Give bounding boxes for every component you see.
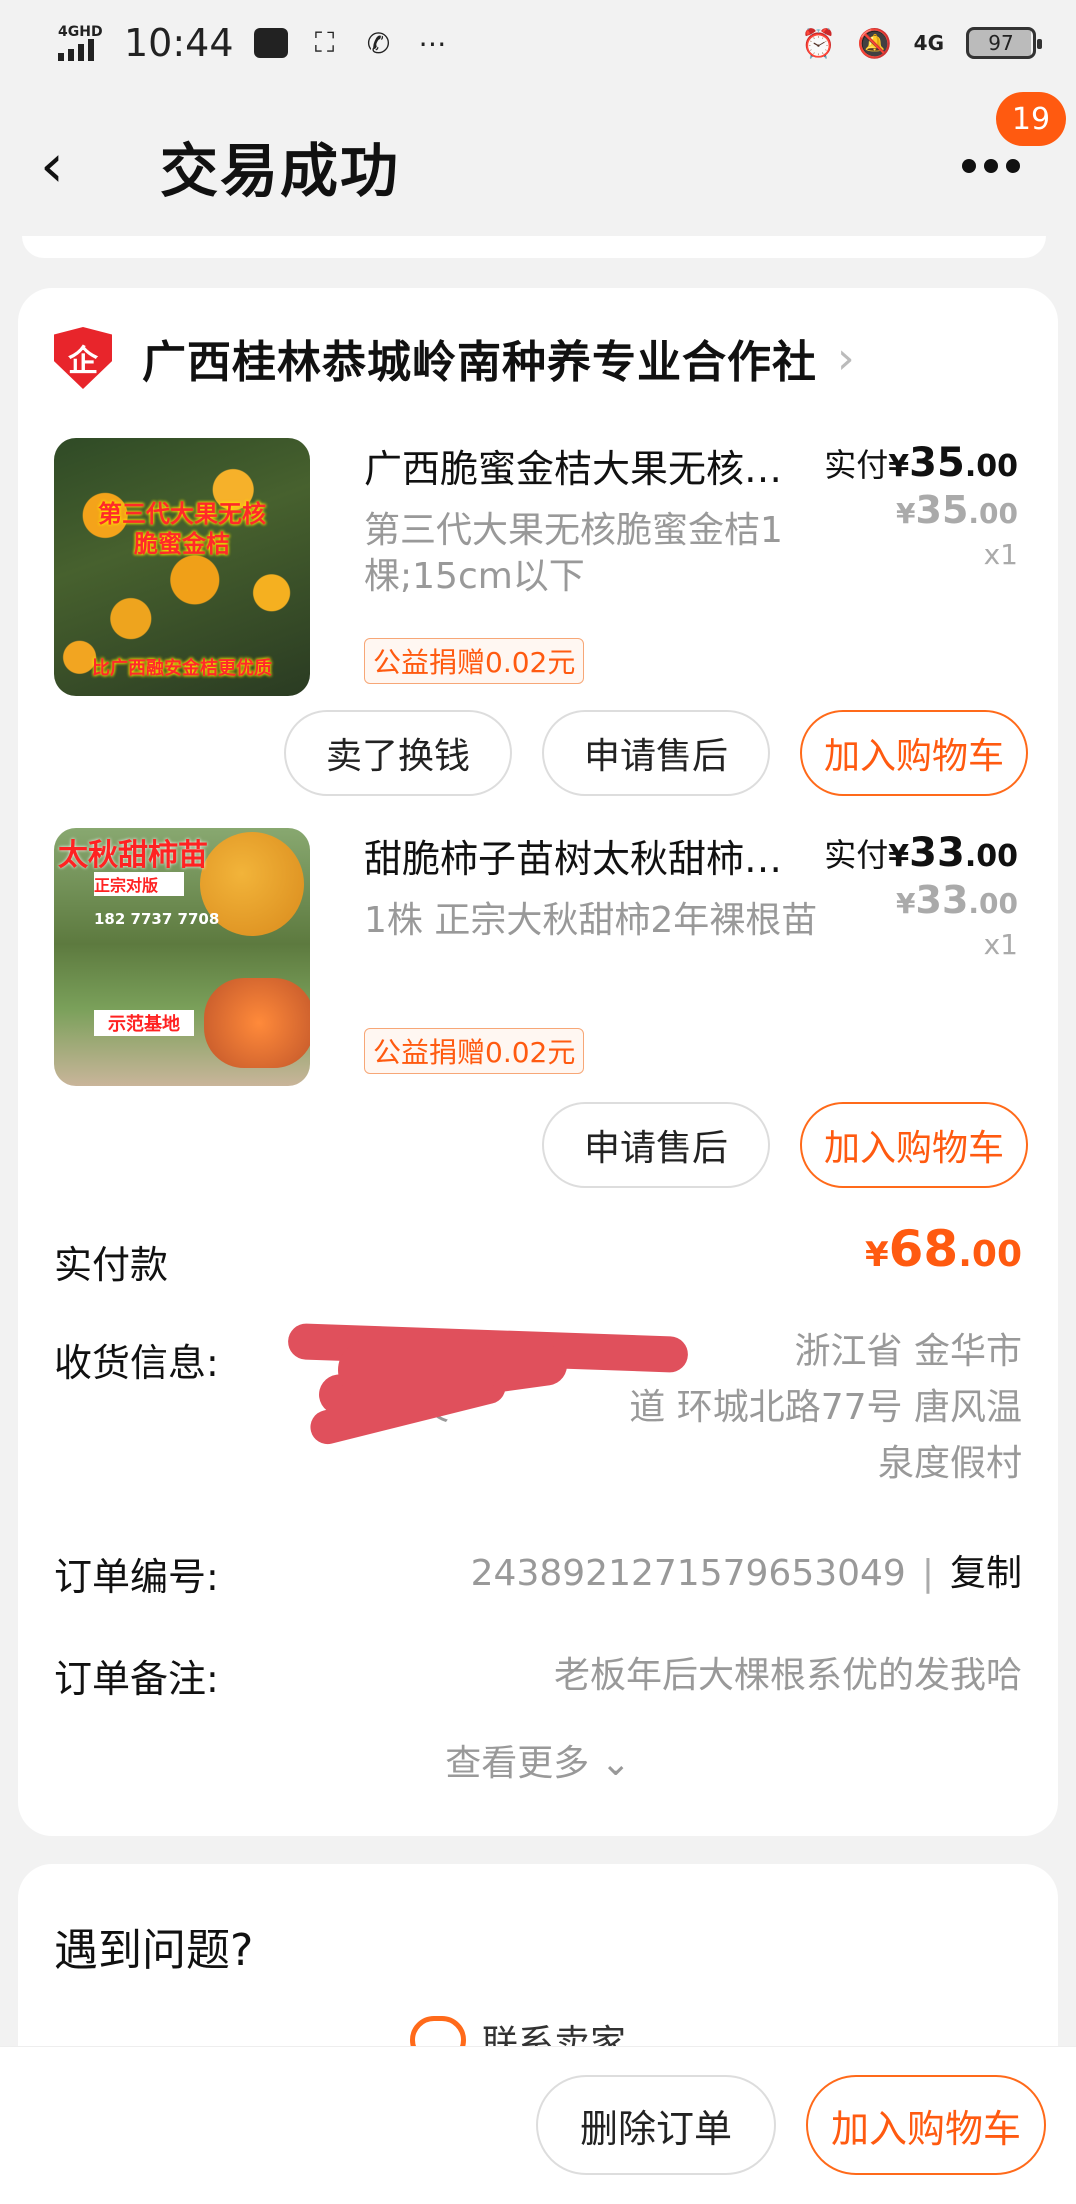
price-integer: 33 [915, 878, 969, 922]
paid-label: 实付 [824, 446, 889, 484]
help-title: 遇到问题? [54, 1925, 254, 1976]
battery-icon: 97 [966, 27, 1042, 59]
back-button[interactable]: ‹ [40, 131, 110, 201]
page-title: 交易成功 [160, 137, 401, 205]
paid-label: 实付 [824, 836, 889, 874]
product-sku: 1株 正宗大秋甜柿2年裸根苗 [364, 900, 818, 941]
currency-symbol: ¥ [896, 887, 916, 920]
add-to-cart-button[interactable]: 加入购物车 [800, 710, 1028, 796]
product-title[interactable]: 甜脆柿子苗树太秋甜柿嫁接苗 [364, 828, 814, 883]
price-integer: 35 [909, 440, 965, 486]
add-to-cart-button[interactable]: 加入购物车 [806, 2075, 1046, 2175]
currency-symbol: ¥ [864, 1235, 889, 1275]
remark-label: 订单备注: [54, 1657, 219, 1701]
order-card: 企 广西桂林恭城岭南种养专业合作社 › 第三代大果无核 脆蜜金桔 比广西融安金桔… [18, 288, 1058, 1836]
price-decimal: .00 [968, 887, 1018, 920]
shop-header[interactable]: 企 广西桂林恭城岭南种养专业合作社 › [54, 326, 855, 390]
image-caption: 脆蜜金桔 [134, 530, 230, 558]
network-label: 4GHD [58, 24, 103, 40]
total-label: 实付款 [54, 1243, 169, 1287]
message-icon [253, 26, 288, 60]
battery-level: 97 [988, 31, 1014, 55]
address-label: 收货信息: [54, 1341, 219, 1385]
paid-price: 实付¥33.00 [824, 830, 1018, 876]
previous-card-edge [22, 236, 1046, 258]
order-remark: 老板年后大棵根系优的发我哈 [553, 1655, 1022, 1696]
product-sku: 第三代大果无核脆蜜金桔1棵;15cm以下 [364, 510, 783, 597]
product-title[interactable]: 广西脆蜜金桔大果无核肥蜜金桔 [364, 438, 814, 493]
price-decimal: .00 [968, 497, 1018, 530]
persimmon-slice-graphic [204, 978, 310, 1068]
status-time: 10:44 [124, 21, 234, 65]
price-decimal: .00 [964, 449, 1018, 484]
total-amount: ¥68.00 [865, 1220, 1022, 1278]
product-image[interactable]: 太秋甜柿苗 正宗对版 182 7737 7708 示范基地 [54, 828, 310, 1086]
currency-symbol: ¥ [888, 839, 910, 874]
charity-tag: 公益捐赠0.02元 [364, 1028, 585, 1074]
more-menu-button[interactable]: 19 [946, 92, 1066, 196]
after-sales-button[interactable]: 申请售后 [542, 710, 770, 796]
shop-name[interactable]: 广西桂林恭城岭南种养专业合作社 [142, 326, 817, 390]
copy-button[interactable]: 复制 [950, 1553, 1022, 1594]
image-caption: 182 7737 7708 [94, 910, 220, 928]
total-decimal: .00 [958, 1234, 1022, 1275]
add-to-cart-button[interactable]: 加入购物车 [800, 1102, 1028, 1188]
after-sales-button[interactable]: 申请售后 [542, 1102, 770, 1188]
more-notifications-icon: ⋯ [418, 26, 447, 60]
image-caption: 太秋甜柿苗 [58, 838, 208, 873]
image-caption: 比广西融安金桔更优质 [92, 658, 272, 679]
quantity: x1 [983, 538, 1018, 571]
image-caption: 正宗对版 [94, 872, 184, 896]
order-number: 2438921271579653049 [470, 1553, 906, 1594]
price-integer: 35 [915, 488, 969, 532]
paid-price: 实付¥35.00 [824, 440, 1018, 486]
product-image[interactable]: 第三代大果无核 脆蜜金桔 比广西融安金桔更优质 [54, 438, 310, 696]
signal-icon: 4GHD [58, 25, 104, 61]
see-more-button[interactable]: 查看更多 ⌄ [18, 1734, 1058, 1786]
price-column: 实付¥33.00 ¥33.00 x1 [824, 830, 1018, 961]
notification-badge: 19 [996, 92, 1066, 146]
price-integer: 33 [909, 830, 965, 876]
mute-icon: 🔕 [857, 26, 893, 60]
enterprise-shield-icon: 企 [54, 327, 112, 389]
mobile-network-label: 4G [913, 31, 944, 55]
total-integer: 68 [888, 1220, 959, 1278]
price-column: 实付¥35.00 ¥35.00 x1 [824, 440, 1018, 571]
status-bar: 4GHD 10:44 ⛶ ✆ ⋯ ⏰ 🔕 4G 97 [0, 0, 1076, 86]
currency-symbol: ¥ [896, 497, 916, 530]
bottom-action-bar: 删除订单 加入购物车 [0, 2046, 1076, 2204]
more-icon [962, 159, 1020, 173]
chevron-right-icon: › [837, 332, 855, 384]
quantity: x1 [983, 928, 1018, 961]
separator: | [921, 1553, 934, 1594]
original-price: ¥33.00 [824, 878, 1018, 922]
page-header: ‹ 交易成功 19 [0, 86, 1076, 246]
phone-icon: ✆ [366, 26, 391, 60]
currency-symbol: ¥ [888, 449, 910, 484]
sell-button[interactable]: 卖了换钱 [284, 710, 512, 796]
redaction-scribble [278, 1320, 698, 1460]
order-number-label: 订单编号: [54, 1555, 219, 1599]
screenshot-icon: ⛶ [314, 26, 335, 59]
delete-order-button[interactable]: 删除订单 [536, 2075, 776, 2175]
charity-tag: 公益捐赠0.02元 [364, 638, 585, 684]
price-decimal: .00 [964, 839, 1018, 874]
image-caption: 示范基地 [94, 1010, 194, 1036]
alarm-icon: ⏰ [801, 26, 837, 60]
original-price: ¥35.00 [824, 488, 1018, 532]
order-number-row: 2438921271579653049 | 复制 [471, 1544, 1022, 1596]
